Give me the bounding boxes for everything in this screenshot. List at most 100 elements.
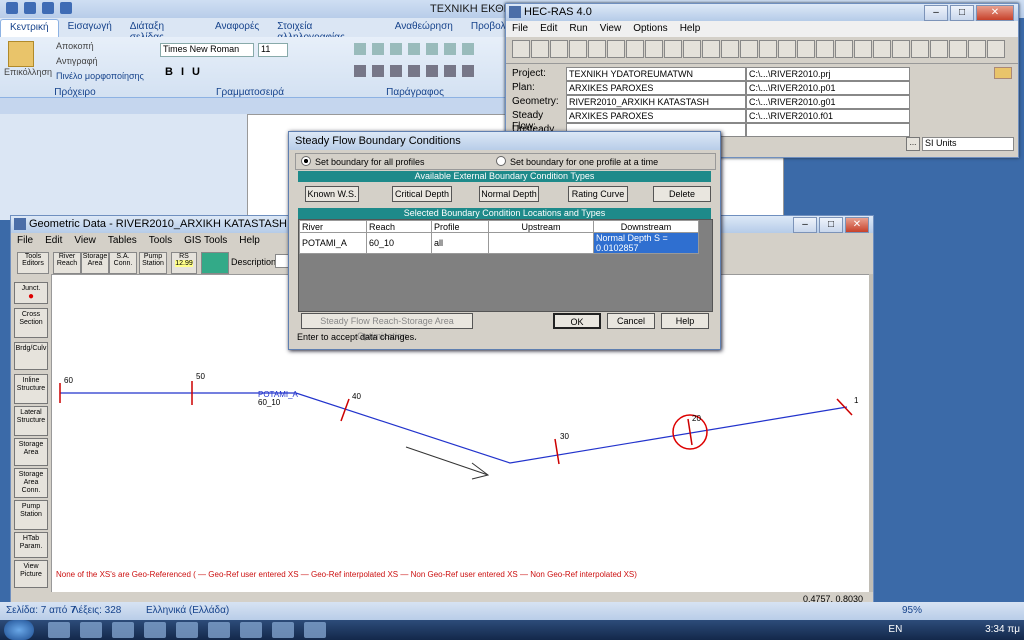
hecras-titlebar[interactable]: HEC-RAS 4.0 – □ ✕ <box>506 4 1018 21</box>
cut-button[interactable]: Αποκοπή <box>56 41 94 51</box>
bold-italic-underline-buttons[interactable]: BIU <box>165 66 208 78</box>
help-button[interactable]: Help <box>661 313 709 329</box>
browse-button[interactable]: ... <box>906 137 920 151</box>
redo-icon[interactable] <box>60 2 72 14</box>
paste-icon[interactable] <box>8 41 34 67</box>
toolbar-button-icon[interactable] <box>797 40 815 58</box>
delete-button[interactable]: Delete <box>653 186 711 202</box>
pump-station-tool[interactable]: Pump Station <box>139 252 167 274</box>
geo-menu-help[interactable]: Help <box>233 233 266 249</box>
geo-close-button[interactable]: ✕ <box>845 217 869 233</box>
toolbar-button-icon[interactable] <box>512 40 530 58</box>
hecras-taskbar-icon[interactable] <box>304 622 326 638</box>
app-icon-1[interactable] <box>144 622 166 638</box>
tab-insert[interactable]: Εισαγωγή <box>59 19 121 37</box>
tab-home[interactable]: Κεντρική <box>0 19 59 37</box>
river-reach-tool[interactable]: River Reach <box>53 252 81 274</box>
geo-minimize-button[interactable]: – <box>793 217 817 233</box>
geo-menu-file[interactable]: File <box>11 233 39 249</box>
app-icon-2[interactable] <box>176 622 198 638</box>
geo-menu-tables[interactable]: Tables <box>102 233 143 249</box>
toolbar-button-icon[interactable] <box>892 40 910 58</box>
toolbar-button-icon[interactable] <box>987 40 1005 58</box>
input-language[interactable]: EN <box>888 624 902 635</box>
toolbar-button-icon[interactable] <box>930 40 948 58</box>
cell-profile[interactable]: all <box>431 232 489 254</box>
reach-label[interactable]: 60_10 <box>258 398 281 407</box>
toolbar-button-icon[interactable] <box>683 40 701 58</box>
table-row[interactable]: POTAMI_A 60_10 all Normal Depth S = 0.01… <box>299 232 699 254</box>
word-taskbar-icon[interactable] <box>272 622 294 638</box>
tab-mailings[interactable]: Στοιχεία αλληλογραφίας <box>268 19 386 43</box>
toolbar-button-icon[interactable] <box>816 40 834 58</box>
toolbar-button-icon[interactable] <box>607 40 625 58</box>
cell-downstream[interactable]: Normal Depth S = 0.0102857 <box>593 232 699 254</box>
word-logo-icon[interactable] <box>6 2 18 14</box>
canvas-scrollbar[interactable] <box>869 274 873 592</box>
project-name[interactable]: ΤΕΧΝΙΚΗ YDATOREUMATWN <box>566 67 746 81</box>
chrome-icon[interactable] <box>112 622 134 638</box>
storage-area-tool[interactable]: Storage Area <box>81 252 109 274</box>
view-picture-button[interactable]: View Picture <box>14 560 48 588</box>
steady-flow-name[interactable]: ARXIKES PAROXES <box>566 109 746 123</box>
language-indicator[interactable]: Ελληνικά (Ελλάδα) <box>146 605 229 616</box>
save-icon[interactable] <box>24 2 36 14</box>
menu-file[interactable]: File <box>506 21 534 37</box>
undo-icon[interactable] <box>42 2 54 14</box>
cell-reach[interactable]: 60_10 <box>366 232 432 254</box>
htab-param-button[interactable]: HTab Param. <box>14 532 48 558</box>
copy-button[interactable]: Αντιγραφή <box>56 56 98 66</box>
minimize-button[interactable]: – <box>924 5 948 21</box>
toolbar-button-icon[interactable] <box>569 40 587 58</box>
toolbar-button-icon[interactable] <box>531 40 549 58</box>
cell-river[interactable]: POTAMI_A <box>299 232 367 254</box>
clock[interactable]: 3:34 πμ <box>985 624 1020 635</box>
pump-station-button[interactable]: Pump Station <box>14 500 48 530</box>
geo-menu-edit[interactable]: Edit <box>39 233 68 249</box>
rs-tool[interactable]: RS 12.99 <box>171 252 197 274</box>
toolbar-button-icon[interactable] <box>911 40 929 58</box>
maximize-button[interactable]: □ <box>950 5 974 21</box>
toolbar-button-icon[interactable] <box>949 40 967 58</box>
plan-name[interactable]: ARXIKES PAROXES <box>566 81 746 95</box>
format-painter-button[interactable]: Πινέλο μορφοποίησης <box>56 71 144 81</box>
page-count[interactable]: Σελίδα: 7 από 7 <box>6 605 76 616</box>
toolbar-button-icon[interactable] <box>740 40 758 58</box>
horizontal-ruler[interactable] <box>0 98 520 114</box>
bridge-culvert-button[interactable]: Brdg/Culv <box>14 342 48 370</box>
cancel-button[interactable]: Cancel <box>607 313 655 329</box>
tab-page-layout[interactable]: Διάταξη σελίδας <box>121 19 206 43</box>
ok-button[interactable]: OK <box>553 313 601 329</box>
pdf-icon[interactable] <box>208 622 230 638</box>
toolbar-button-icon[interactable] <box>626 40 644 58</box>
lateral-structure-button[interactable]: Lateral Structure <box>14 406 48 436</box>
geo-menu-view[interactable]: View <box>68 233 102 249</box>
toolbar-button-icon[interactable] <box>759 40 777 58</box>
start-button[interactable] <box>4 620 34 640</box>
toolbar-button-icon[interactable] <box>968 40 986 58</box>
optimization-button[interactable]: Steady Flow Reach-Storage Area Optimizat… <box>301 313 473 341</box>
radio-all-profiles[interactable]: Set boundary for all profiles <box>301 156 425 167</box>
radio-one-profile[interactable]: Set boundary for one profile at a time <box>496 156 658 167</box>
tab-references[interactable]: Αναφορές <box>206 19 268 37</box>
critical-depth-button[interactable]: Critical Depth <box>392 186 452 202</box>
close-button[interactable]: ✕ <box>976 5 1014 21</box>
junction-button[interactable]: Junct. ● <box>14 282 48 304</box>
toolbar-button-icon[interactable] <box>588 40 606 58</box>
paste-button[interactable]: Επικόλληση <box>4 67 52 77</box>
toolbar-button-icon[interactable] <box>550 40 568 58</box>
storage-area-button[interactable]: Storage Area <box>14 438 48 466</box>
normal-depth-button[interactable]: Normal Depth <box>479 186 539 202</box>
dialog-titlebar[interactable]: Steady Flow Boundary Conditions <box>289 132 720 150</box>
folder-icon[interactable] <box>994 67 1012 79</box>
inline-structure-button[interactable]: Inline Structure <box>14 374 48 404</box>
toolbar-button-icon[interactable] <box>664 40 682 58</box>
known-ws-button[interactable]: Known W.S. <box>305 186 359 202</box>
toolbar-button-icon[interactable] <box>702 40 720 58</box>
list-buttons[interactable] <box>354 43 474 55</box>
toolbar-button-icon[interactable] <box>778 40 796 58</box>
quick-access-toolbar[interactable] <box>6 2 72 16</box>
toolbar-button-icon[interactable] <box>873 40 891 58</box>
geo-menu-gis-tools[interactable]: GIS Tools <box>178 233 233 249</box>
cross-section-1[interactable] <box>836 398 853 416</box>
